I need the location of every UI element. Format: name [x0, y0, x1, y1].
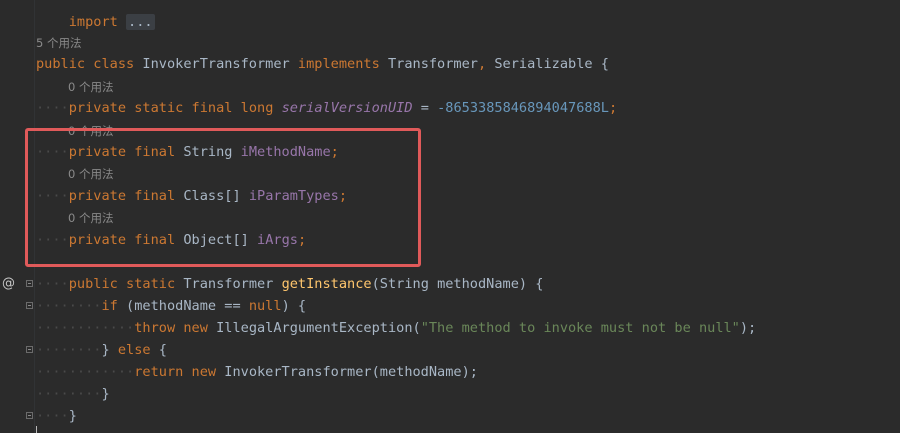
kw-final: final	[134, 188, 176, 204]
kw-final: final	[191, 100, 233, 116]
kw-null: null	[248, 298, 282, 314]
usage-hint-class[interactable]: 5 个用法	[36, 32, 81, 54]
semicolon: ;	[297, 232, 307, 248]
serial-value: -8653385846894047688L	[437, 100, 609, 116]
gutter-divider	[34, 0, 35, 433]
indent-whitespace: ········	[36, 298, 102, 314]
assign-op: =	[420, 100, 429, 116]
method-get-instance: getInstance	[281, 276, 372, 292]
args-field-line[interactable]: ····private final Object[] iArgs;	[36, 229, 306, 251]
indent-whitespace: ····	[36, 408, 69, 424]
type-class-array: Class[]	[183, 188, 241, 204]
type-object-array: Object[]	[183, 232, 249, 248]
indent-whitespace: ····	[36, 276, 69, 292]
indent-whitespace: ····	[36, 188, 69, 204]
fold-toggle-icon[interactable]	[26, 280, 33, 287]
kw-static: static	[134, 100, 184, 116]
if-statement-line[interactable]: ········if (methodName == null) {	[36, 295, 306, 317]
kw-new: new	[183, 320, 208, 336]
indent-whitespace: ············	[36, 320, 135, 336]
kw-public: public	[68, 276, 118, 292]
folded-imports-ellipsis[interactable]: ...	[126, 14, 155, 30]
indent-whitespace: ····	[36, 232, 69, 248]
import-line[interactable]: import ...	[36, 0, 155, 30]
semicolon: ;	[338, 188, 348, 204]
kw-throw: throw	[134, 320, 176, 336]
close-brace: }	[101, 386, 110, 402]
get-instance-method-line[interactable]: ····public static Transformer getInstanc…	[36, 273, 543, 295]
kw-if: if	[101, 298, 118, 314]
indent-whitespace: ········	[36, 342, 102, 358]
usage-hint-param-types[interactable]: 0 个用法	[68, 163, 113, 185]
usage-hint-method-name[interactable]: 0 个用法	[68, 120, 113, 142]
kw-private: private	[68, 232, 127, 248]
text-cursor	[36, 426, 37, 433]
kw-final: final	[134, 232, 176, 248]
kw-class: class	[93, 56, 135, 72]
indent-whitespace: ····	[36, 100, 69, 116]
comma: ,	[477, 56, 487, 72]
usage-hint-serial[interactable]: 0 个用法	[68, 76, 113, 98]
kw-else: else	[117, 342, 151, 358]
fold-toggle-icon[interactable]	[26, 302, 33, 309]
kw-long: long	[240, 100, 274, 116]
indent-whitespace: ············	[36, 364, 135, 380]
class-name: InvokerTransformer	[142, 56, 290, 72]
kw-static: static	[126, 276, 176, 292]
interface-transformer: Transformer	[387, 56, 478, 72]
indent-whitespace: ········	[36, 386, 102, 402]
open-brace: {	[600, 56, 609, 72]
class-declaration-line[interactable]: public class InvokerTransformer implemen…	[36, 53, 609, 75]
serial-version-line[interactable]: ····private static final long serialVers…	[36, 97, 617, 119]
open-brace: {	[158, 342, 167, 358]
kw-public: public	[36, 56, 86, 72]
editor-gutter[interactable]	[0, 0, 34, 433]
usage-hint-args[interactable]: 0 个用法	[68, 207, 113, 229]
override-gutter-marker[interactable]: @	[2, 273, 15, 295]
kw-new: new	[191, 364, 217, 380]
code-editor[interactable]: import ... 5 个用法 public class InvokerTra…	[0, 0, 900, 433]
else-statement-line[interactable]: ········} else {	[36, 339, 167, 361]
type-string: String	[183, 144, 233, 160]
close-brace: }	[101, 342, 110, 358]
indent-whitespace: ····	[36, 144, 69, 160]
import-keyword: import	[68, 14, 118, 30]
kw-private: private	[68, 144, 127, 160]
field-i-param-types: iParamTypes	[248, 188, 339, 204]
param-types-field-line[interactable]: ····private final Class[] iParamTypes;	[36, 185, 347, 207]
close-brace: }	[68, 408, 77, 424]
throw-close: );	[739, 320, 757, 336]
field-i-method-name: iMethodName	[240, 144, 331, 160]
field-i-args: iArgs	[257, 232, 298, 248]
close-method-line[interactable]: ····}	[36, 405, 77, 427]
kw-final: final	[134, 144, 176, 160]
kw-implements: implements	[297, 56, 380, 72]
field-serial-version-uid: serialVersionUID	[281, 100, 413, 116]
method-params: (String methodName)	[371, 276, 528, 292]
close-else-block-line[interactable]: ········}	[36, 383, 110, 405]
return-statement-line[interactable]: ············return new InvokerTransforme…	[36, 361, 478, 383]
if-condition-close: ) {	[281, 298, 307, 314]
return-constructor-call: InvokerTransformer(methodName);	[224, 364, 478, 380]
semicolon: ;	[330, 144, 339, 160]
kw-return: return	[134, 364, 184, 380]
return-type-transformer: Transformer	[183, 276, 274, 292]
exception-message-string: "The method to invoke must not be null"	[420, 320, 740, 336]
throw-statement-line[interactable]: ············throw new IllegalArgumentExc…	[36, 317, 756, 339]
method-name-field-line[interactable]: ····private final String iMethodName;	[36, 141, 339, 163]
interface-serializable: Serializable	[494, 56, 593, 72]
open-brace: {	[535, 276, 544, 292]
fold-toggle-icon[interactable]	[26, 412, 33, 419]
kw-private: private	[68, 100, 127, 116]
semicolon: ;	[608, 100, 618, 116]
exception-constructor: IllegalArgumentException(	[216, 320, 421, 336]
fold-toggle-icon[interactable]	[26, 346, 33, 353]
if-condition-open: (methodName ==	[126, 298, 241, 314]
kw-private: private	[68, 188, 127, 204]
